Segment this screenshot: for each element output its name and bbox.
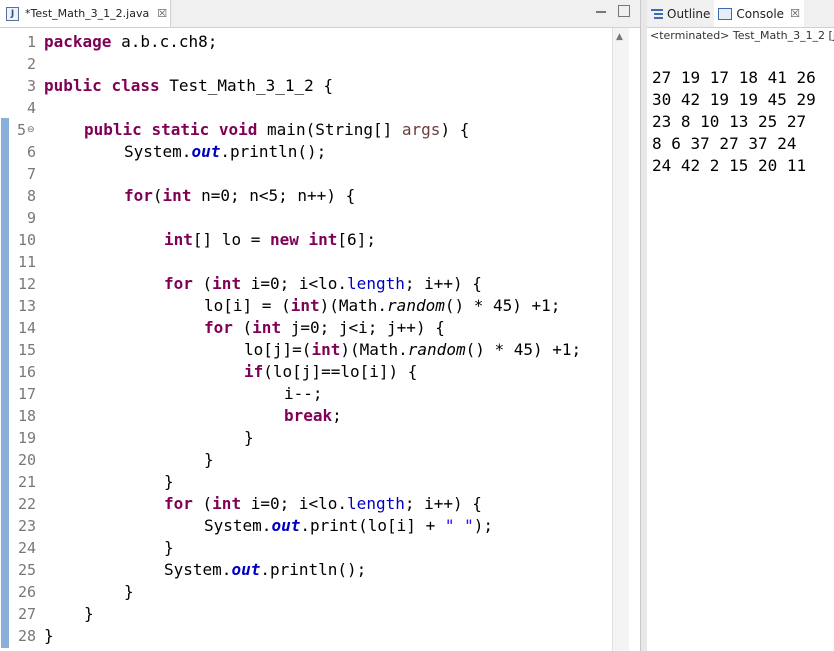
line-number: 14 <box>17 319 36 337</box>
code-line: public class Test_Math_3_1_2 { <box>44 76 333 95</box>
code-line: } <box>204 450 214 469</box>
console-output-line: 30 42 19 19 45 29 <box>652 90 816 109</box>
views-tab-bar: Outline Console ☒ <box>647 0 834 28</box>
line-number: 22 <box>17 495 36 513</box>
line-number: 27 <box>17 605 36 623</box>
maximize-icon[interactable] <box>618 5 630 17</box>
line-number: 5 <box>16 121 26 139</box>
line-number: 6 <box>26 143 36 161</box>
line-number: 2 <box>26 55 36 73</box>
line-number: 3 <box>26 77 36 95</box>
changed-lines-marker <box>1 118 9 648</box>
line-number: 23 <box>17 517 36 535</box>
line-number: 7 <box>26 165 36 183</box>
line-number: 18 <box>17 407 36 425</box>
console-output-line: 24 42 2 15 20 11 <box>652 156 807 175</box>
line-number: 11 <box>17 253 36 271</box>
java-file-icon: J <box>6 6 19 21</box>
line-number: 20 <box>17 451 36 469</box>
line-number: 8 <box>26 187 36 205</box>
line-number: 12 <box>17 275 36 293</box>
console-icon <box>718 7 733 20</box>
code-line: public static void main(String[] args) { <box>84 120 470 139</box>
console-status: <terminated> Test_Math_3_1_2 [Ja <box>650 29 834 42</box>
console-output-line: 27 19 17 18 41 26 <box>652 68 816 87</box>
console-view[interactable]: Outline Console ☒ <terminated> Test_Math… <box>647 0 834 651</box>
line-number: 25 <box>17 561 36 579</box>
line-number: 9 <box>26 209 36 227</box>
code-line: break; <box>284 406 342 425</box>
line-number: 1 <box>26 33 36 51</box>
overview-ruler <box>0 28 10 651</box>
code-line: for (int j=0; j<i; j++) { <box>204 318 445 337</box>
editor-tab-title: *Test_Math_3_1_2.java <box>25 7 150 20</box>
line-number: 17 <box>17 385 36 403</box>
tab-console[interactable]: Console ☒ <box>714 0 804 27</box>
code-line: System.out.println(); <box>164 560 367 579</box>
line-number: 4 <box>26 99 36 117</box>
close-tab-icon[interactable]: ☒ <box>157 7 167 20</box>
code-editor[interactable]: J *Test_Math_3_1_2.java ☒ 1 2 3 4 5 ⊖ 6 … <box>0 0 640 651</box>
line-number: 15 <box>17 341 36 359</box>
close-console-icon[interactable]: ☒ <box>790 7 800 20</box>
console-output-line: 8 6 37 27 37 24 <box>652 134 797 153</box>
code-line: } <box>244 428 254 447</box>
editor-tab[interactable]: J *Test_Math_3_1_2.java ☒ <box>0 0 171 27</box>
tab-outline-label: Outline <box>667 6 711 21</box>
code-line: System.out.println(); <box>124 142 327 161</box>
code-line: } <box>124 582 134 601</box>
code-line: for (int i=0; i<lo.length; i++) { <box>164 494 482 513</box>
line-number: 16 <box>17 363 36 381</box>
code-line: package a.b.c.ch8; <box>44 32 218 51</box>
code-line: int[] lo = new int[6]; <box>164 230 376 249</box>
line-number-gutter: 1 2 3 4 5 ⊖ 6 7 8 9 10 11 12 13 14 15 16… <box>10 28 38 651</box>
code-line: for(int n=0; n<5; n++) { <box>124 186 356 205</box>
code-line: } <box>164 472 174 491</box>
line-number: 13 <box>17 297 36 315</box>
minimize-icon[interactable] <box>596 5 606 13</box>
line-number: 28 <box>17 627 36 645</box>
tab-console-label: Console <box>736 6 785 21</box>
line-number: 10 <box>17 231 36 249</box>
code-line: for (int i=0; i<lo.length; i++) { <box>164 274 482 293</box>
code-line: lo[i] = (int)(Math.random() * 45) +1; <box>204 296 561 315</box>
line-number: 21 <box>17 473 36 491</box>
code-line: } <box>164 538 174 557</box>
line-number: 26 <box>17 583 36 601</box>
editor-vertical-scrollbar[interactable]: ▲ <box>612 28 629 651</box>
editor-tab-bar: J *Test_Math_3_1_2.java ☒ <box>0 0 640 28</box>
code-line: if(lo[j]==lo[i]) { <box>244 362 418 381</box>
line-number: 24 <box>17 539 36 557</box>
console-output-line: 23 8 10 13 25 27 <box>652 112 807 131</box>
fold-collapse-icon[interactable]: ⊖ <box>27 119 35 141</box>
tab-outline[interactable]: Outline <box>647 0 714 27</box>
line-number: 19 <box>17 429 36 447</box>
code-line: lo[j]=(int)(Math.random() * 45) +1; <box>244 340 582 359</box>
code-line: System.out.print(lo[i] + " "); <box>204 516 494 535</box>
code-line: } <box>44 626 54 645</box>
code-line: i--; <box>284 384 323 403</box>
scroll-up-icon[interactable]: ▲ <box>616 32 623 42</box>
outline-icon <box>651 8 663 20</box>
code-line: } <box>84 604 94 623</box>
